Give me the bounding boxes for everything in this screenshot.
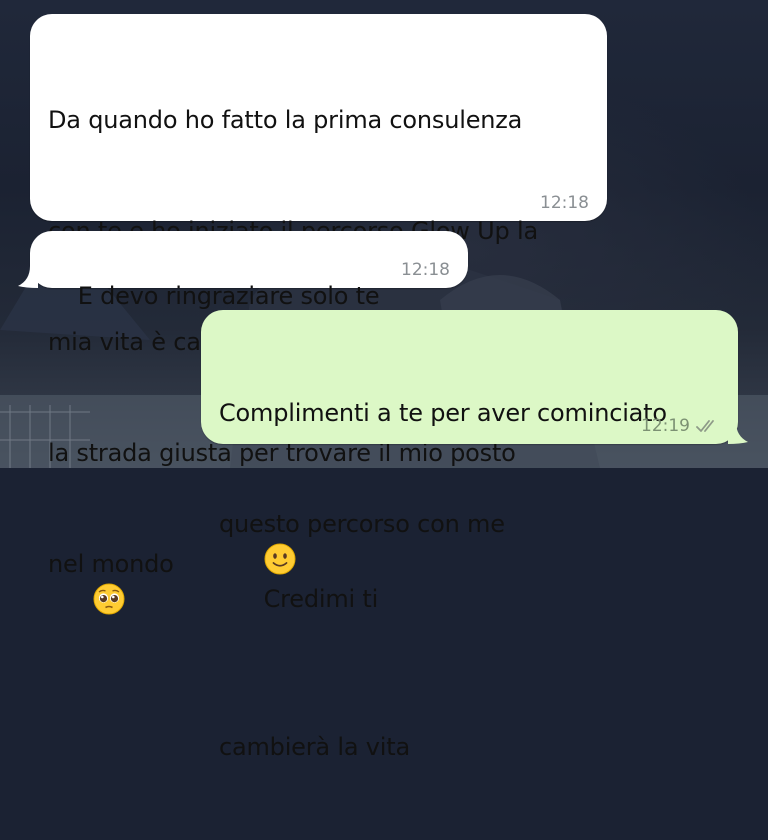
message-time: 12:19 xyxy=(641,416,690,436)
incoming-message-bubble[interactable]: Da quando ho fatto la prima consulenza c… xyxy=(30,14,607,615)
pleading-face-emoji xyxy=(93,583,125,615)
outgoing-message-bubble[interactable]: Complimenti a te per aver cominciato que… xyxy=(201,310,738,761)
message-line: questo percorso con me Credimi ti xyxy=(219,506,738,655)
message-line: E devo ringraziare solo te xyxy=(77,282,380,310)
message-line-text: nel mondo xyxy=(48,550,174,578)
message-line: cambierà la vita xyxy=(219,733,410,761)
message-line: Da quando ho fatto la prima consulenza xyxy=(48,106,523,134)
message-line-text: questo percorso con me xyxy=(219,510,505,538)
message-time: 12:18 xyxy=(540,193,589,213)
message-meta: 12:18 xyxy=(540,193,589,213)
message-meta: 12:18 xyxy=(401,260,450,280)
double-check-icon xyxy=(696,420,714,432)
message-text: Complimenti a te per aver cominciato que… xyxy=(219,321,738,840)
bubble-tail xyxy=(728,422,748,444)
message-time: 12:18 xyxy=(401,260,450,280)
incoming-message-bubble[interactable]: E devo ringraziare solo te 12:18 xyxy=(30,231,468,310)
message-meta: 12:19 xyxy=(641,416,720,436)
slightly-smiling-face-emoji xyxy=(264,543,296,575)
bubble-tail xyxy=(18,266,38,288)
message-line-text: Credimi ti xyxy=(263,585,379,613)
